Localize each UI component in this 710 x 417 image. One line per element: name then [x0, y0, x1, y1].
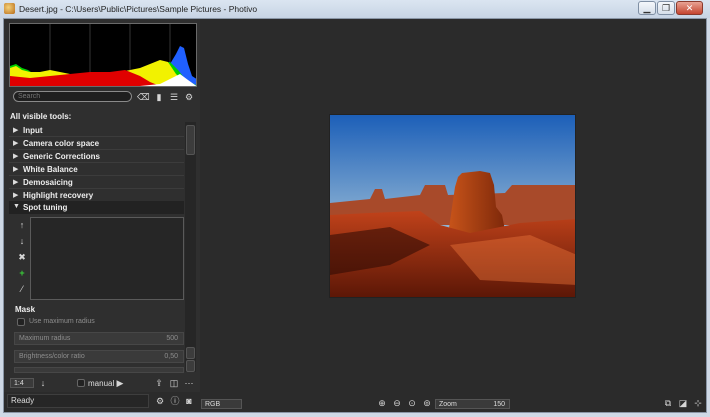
restore-button[interactable]: ❐: [657, 1, 675, 15]
maximum-radius-slider[interactable]: Maximum radius 500: [14, 332, 184, 345]
tool-white-balance[interactable]: ▶ White Balance: [9, 163, 184, 176]
title-bar: Desert.jpg - C:\Users\Public\Pictures\Sa…: [0, 0, 710, 18]
tag-icon[interactable]: ◫: [169, 378, 179, 388]
close-button[interactable]: ✕: [676, 1, 703, 15]
expand-arrow-icon: ▶: [13, 153, 19, 160]
tool-generic-corrections[interactable]: ▶ Generic Corrections: [9, 150, 184, 163]
slider-value: 0,50: [164, 353, 178, 360]
snapshot-icon[interactable]: ◙: [184, 396, 194, 406]
desert-photo: [330, 115, 575, 297]
slider-label: Maximum radius: [19, 335, 71, 342]
fullscreen-icon[interactable]: ⊹: [693, 398, 703, 408]
search-input[interactable]: [13, 91, 132, 102]
slider-label: Brightness/color ratio: [19, 353, 85, 360]
zoom-label: Zoom: [439, 401, 457, 408]
zoom-in-icon[interactable]: ⊕: [377, 398, 387, 408]
add-icon[interactable]: +: [17, 268, 27, 278]
tool-label: Highlight recovery: [23, 191, 94, 200]
tool-label: Input: [23, 126, 43, 135]
tool-label: White Balance: [23, 165, 78, 174]
tool-label: Generic Corrections: [23, 152, 100, 161]
use-max-radius-checkbox[interactable]: [17, 318, 25, 326]
zoom-ratio-select[interactable]: 1:4: [10, 378, 34, 388]
tools-scrollbar-end[interactable]: [186, 360, 195, 372]
clear-icon[interactable]: ⌫: [137, 92, 150, 102]
bookmark-icon[interactable]: ▮: [154, 92, 164, 102]
tool-label: Camera color space: [23, 139, 100, 148]
expand-arrow-icon: ▶: [13, 192, 19, 199]
app-icon: [4, 3, 15, 14]
tool-input[interactable]: ▶ Input: [9, 124, 184, 137]
expand-arrow-icon: ▶: [13, 166, 19, 173]
mask-label: Mask: [15, 305, 36, 314]
colorspace-select[interactable]: RGB: [201, 399, 242, 409]
tools-scrollbar-down[interactable]: [186, 347, 195, 359]
histogram: [9, 23, 197, 87]
status-ready: Ready: [7, 394, 149, 408]
spot-list[interactable]: [30, 217, 184, 300]
tool-demosaicing[interactable]: ▶ Demosaicing: [9, 176, 184, 189]
tool-camera-color-space[interactable]: ▶ Camera color space: [9, 137, 184, 150]
zoom-value: 150: [493, 401, 505, 408]
tool-label: Spot tuning: [23, 203, 68, 212]
manual-label: manual: [88, 379, 115, 388]
arrow-down-icon[interactable]: ↓: [17, 236, 27, 246]
arrow-up-icon[interactable]: ↑: [17, 220, 27, 230]
histogram-graph: [10, 24, 196, 86]
tools-header: All visible tools:: [10, 112, 72, 121]
zoom-out-icon[interactable]: ⊖: [392, 398, 402, 408]
expand-arrow-icon: ▶: [13, 140, 19, 147]
tools-scrollbar-thumb[interactable]: [186, 125, 195, 155]
brightness-ratio-slider[interactable]: Brightness/color ratio 0,50: [14, 350, 184, 363]
arrow-down-icon[interactable]: ↓: [38, 378, 48, 388]
slider-value: 500: [166, 335, 178, 342]
manual-checkbox[interactable]: [77, 379, 85, 387]
window-title: Desert.jpg - C:\Users\Public\Pictures\Sa…: [19, 4, 258, 14]
more-icon[interactable]: ⋯: [184, 378, 194, 388]
delete-icon[interactable]: ✖: [17, 252, 27, 262]
minimize-button[interactable]: ▁: [638, 1, 656, 15]
expand-arrow-icon: ▶: [13, 179, 19, 186]
expand-arrow-icon: ▶: [13, 127, 19, 134]
image-preview[interactable]: [329, 114, 576, 298]
tools-scrollbar[interactable]: [185, 122, 196, 372]
play-icon[interactable]: ▶: [115, 378, 125, 388]
tool-spot-tuning[interactable]: ▼ Spot tuning: [9, 201, 184, 214]
export-icon[interactable]: ⇪: [154, 378, 164, 388]
zoom-100-icon[interactable]: ⊚: [422, 398, 432, 408]
tool-label: Demosaicing: [23, 178, 73, 187]
use-max-radius-label: Use maximum radius: [29, 318, 95, 325]
collapse-arrow-icon: ▼: [13, 203, 20, 210]
tiles-icon[interactable]: ◪: [678, 398, 688, 408]
settings-icon[interactable]: ⚙: [155, 396, 165, 406]
zoom-fit-icon[interactable]: ⊙: [407, 398, 417, 408]
wand-icon[interactable]: ⁄: [17, 284, 27, 294]
copy-icon[interactable]: ⧉: [663, 398, 673, 408]
gear-icon[interactable]: ⚙: [184, 92, 194, 102]
info-icon[interactable]: ⓘ: [170, 396, 180, 406]
menu-icon[interactable]: ☰: [169, 92, 179, 102]
zoom-field[interactable]: Zoom 150: [435, 399, 510, 409]
next-slider[interactable]: [14, 367, 184, 373]
